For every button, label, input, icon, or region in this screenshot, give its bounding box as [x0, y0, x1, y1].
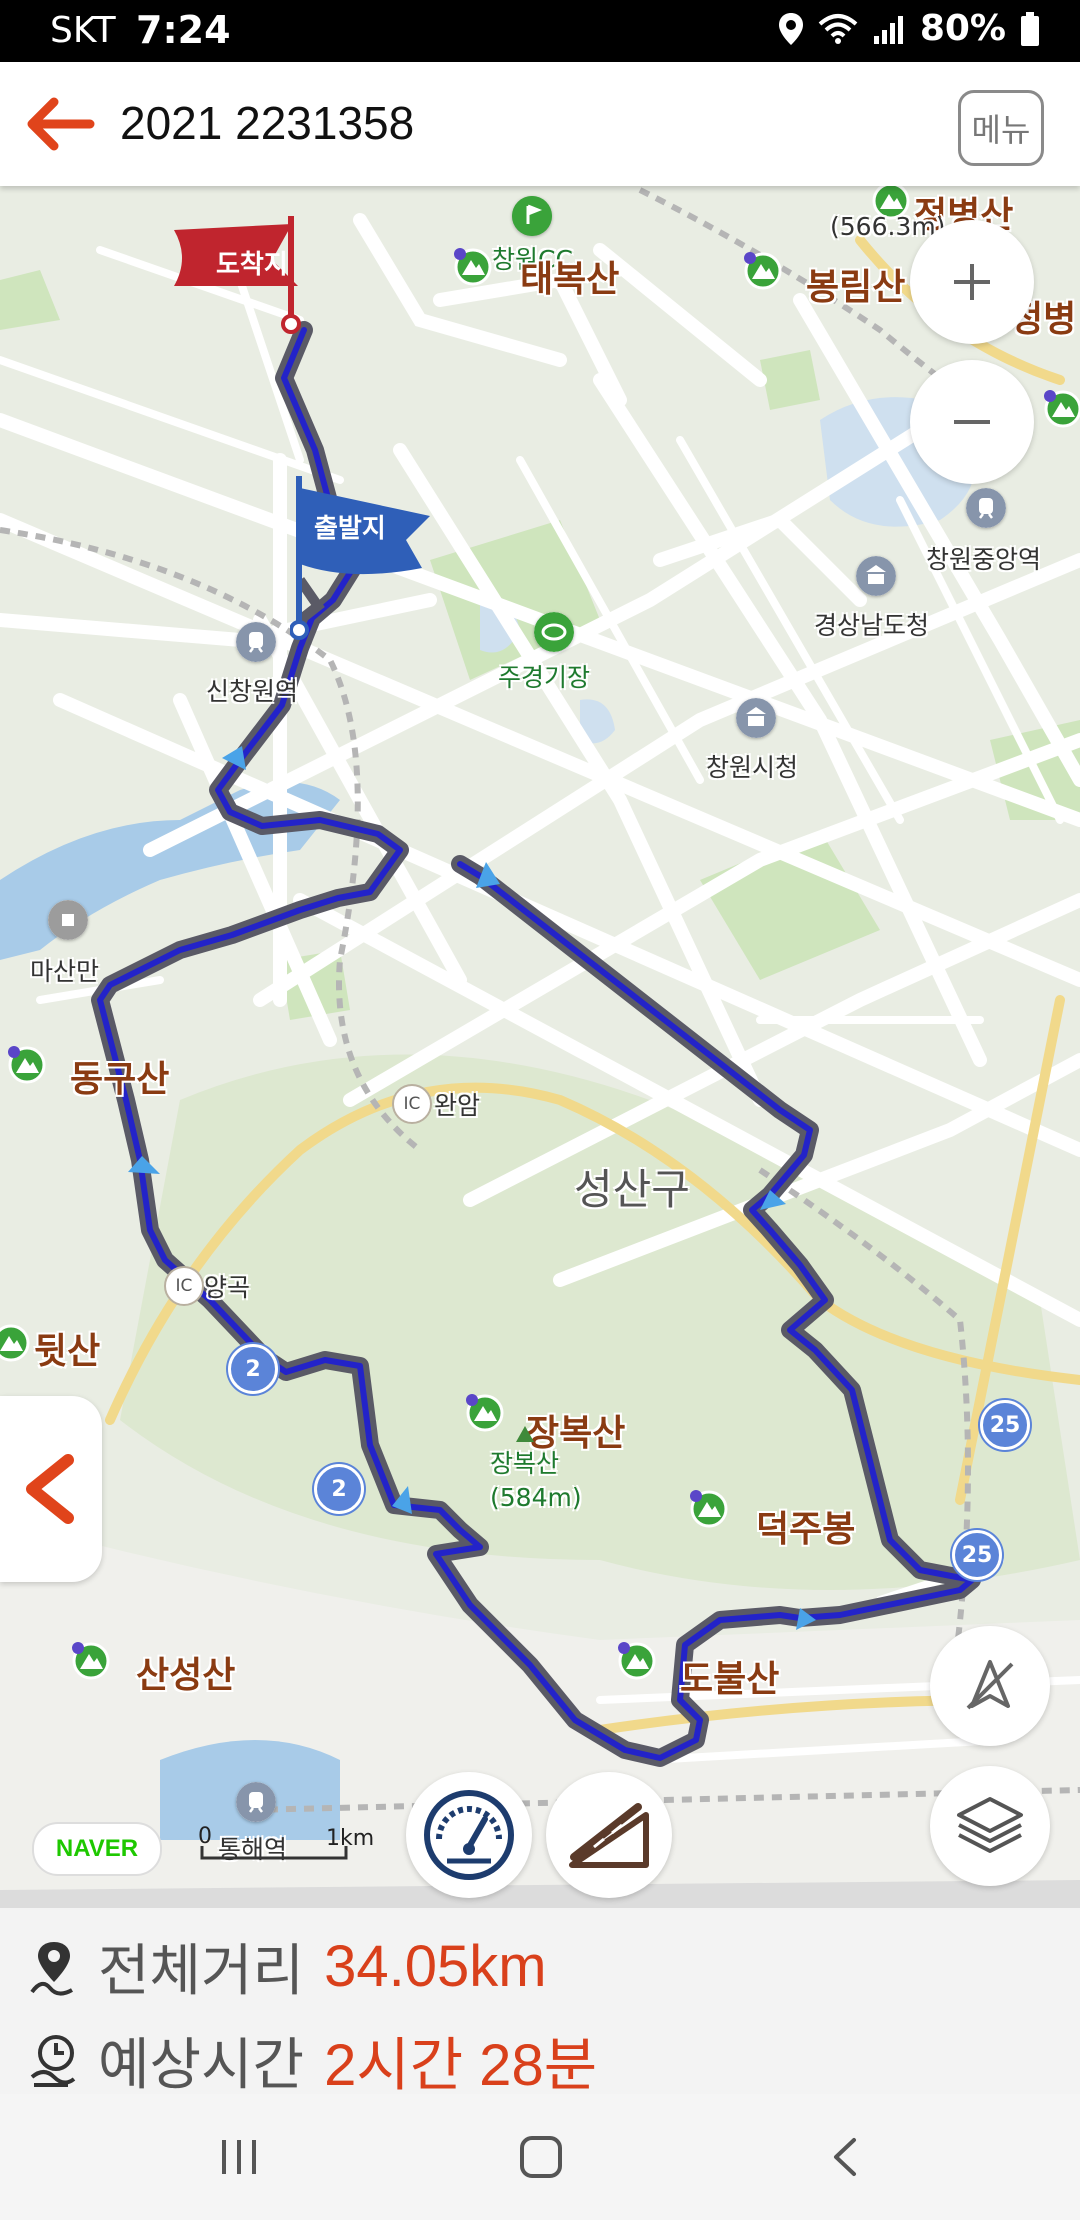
time-value: 2시간 28분: [324, 2033, 598, 2098]
sinchangwon-station-icon: [236, 622, 276, 662]
app-header: 2021 2231358 메뉴: [0, 62, 1080, 186]
jangbok-height-label: (584m): [490, 1483, 582, 1512]
road-shield: 25: [952, 1530, 1002, 1580]
location-off-icon: [966, 1660, 1014, 1710]
back-arrow-icon[interactable]: [20, 94, 96, 154]
start-flag-label: 출발지: [314, 514, 386, 544]
distance-row: 전체거리 34.05km: [28, 1926, 547, 2007]
sanseong-peak-label: 산성산: [136, 1655, 236, 1696]
donggu-peak-label: 동구산: [70, 1059, 170, 1100]
time-label: 예상시간: [98, 2032, 305, 2098]
sinchangwon-station-label: 신창원역: [206, 677, 299, 706]
map-view[interactable]: 도착지 출발지 창원CC 주경기장 창원시청 경상남도청 창원중앙역 신창원역 …: [0, 186, 1080, 1908]
mountain-icon: [744, 252, 782, 290]
wanam-ic-label: 완암: [434, 1091, 481, 1120]
road-shield: 2: [314, 1464, 364, 1514]
masan-bay-label: 마산만: [30, 957, 100, 986]
wanam-ic-badge: IC: [392, 1084, 432, 1124]
summit-marker-icon: [516, 1426, 534, 1442]
location-icon: [778, 12, 803, 45]
mountain-icon: [466, 1394, 504, 1432]
mountain-icon: [690, 1490, 728, 1528]
golf-icon: [512, 196, 552, 236]
zoom-in-button[interactable]: [910, 220, 1034, 344]
speedometer-icon: [424, 1790, 514, 1880]
mountain-icon: [0, 1324, 30, 1362]
port-icon: [48, 900, 88, 940]
layers-button[interactable]: [930, 1766, 1050, 1886]
changwon-station-label: 창원중앙역: [926, 545, 1042, 574]
mountain-icon: [454, 248, 492, 286]
distance-value: 34.05km: [324, 1934, 547, 1999]
back-icon[interactable]: [826, 2134, 864, 2180]
location-tracking-button[interactable]: [930, 1626, 1050, 1746]
signal-icon: [873, 15, 903, 44]
yanggok-ic-badge: IC: [164, 1266, 204, 1306]
dobul-peak-label: 도불산: [680, 1659, 780, 1700]
road-shield: 2: [228, 1344, 278, 1394]
time-row: 예상시간 2시간 28분: [28, 2018, 597, 2102]
slope-icon: [569, 1803, 649, 1868]
mountain-icon: [8, 1046, 46, 1084]
stadium-label: 주경기장: [498, 663, 591, 692]
minus-icon: [954, 420, 990, 424]
scale-zero-label: 0: [198, 1824, 212, 1849]
provincial-office-label: 경상남도청: [814, 611, 930, 640]
destination-flag-icon: [174, 216, 301, 334]
destination-flag-label: 도착지: [216, 250, 288, 280]
scale-distance-label: 1km: [326, 1826, 375, 1851]
city-hall-label: 창원시청: [706, 753, 799, 782]
stadium-icon: [534, 612, 574, 652]
tonghae-station-icon: [236, 1782, 276, 1822]
mountain-icon: [618, 1642, 656, 1680]
status-bar: SKT 7:24 80%: [0, 0, 1080, 62]
side-panel-toggle[interactable]: [0, 1396, 102, 1582]
distance-label: 전체거리: [98, 1939, 305, 2004]
wifi-icon: [818, 13, 858, 44]
start-flag-icon: [290, 476, 430, 640]
jangbok-small-label: 장복산: [490, 1449, 560, 1478]
menu-button[interactable]: 메뉴: [958, 90, 1044, 166]
naver-logo: NAVER: [32, 1822, 162, 1876]
taebok-peak-label: 태복산: [520, 259, 620, 300]
yanggok-ic-label: 양곡: [204, 1273, 251, 1302]
route-title: 2021 2231358: [120, 97, 415, 149]
road-shield: 25: [980, 1400, 1030, 1450]
city-hall-icon: [736, 698, 776, 738]
battery-percent: 80%: [919, 8, 1006, 49]
dwit-peak-label: 뒷산: [34, 1331, 101, 1372]
speed-button[interactable]: [406, 1772, 532, 1898]
clock-time: 7:24: [136, 8, 231, 52]
provincial-office-icon: [856, 556, 896, 596]
home-icon[interactable]: [518, 2132, 564, 2182]
route-info-panel: 전체거리 34.05km 예상시간 2시간 28분: [0, 1908, 1080, 2098]
slope-button[interactable]: [546, 1772, 672, 1898]
battery-icon: [1021, 11, 1039, 46]
status-icons: 80%: [778, 8, 1040, 49]
bongrim-peak-label: 봉림산: [806, 267, 906, 308]
route-distance-icon: [30, 1941, 73, 1995]
system-nav-bar: [0, 2094, 1080, 2220]
mountain-icon: [1044, 390, 1080, 428]
train-station-icon: [966, 488, 1006, 528]
mountain-icon: [72, 1642, 110, 1680]
zoom-out-button[interactable]: [910, 360, 1034, 484]
estimated-time-icon: [30, 2035, 76, 2087]
carrier-label: SKT: [50, 10, 116, 51]
plus-icon: [954, 264, 990, 300]
layers-icon: [957, 1797, 1023, 1853]
chevron-left-icon: [26, 1454, 74, 1524]
recent-apps-icon[interactable]: [216, 2134, 262, 2180]
district-label: 성산구: [574, 1165, 690, 1214]
deokju-peak-label: 덕주봉: [756, 1509, 856, 1550]
